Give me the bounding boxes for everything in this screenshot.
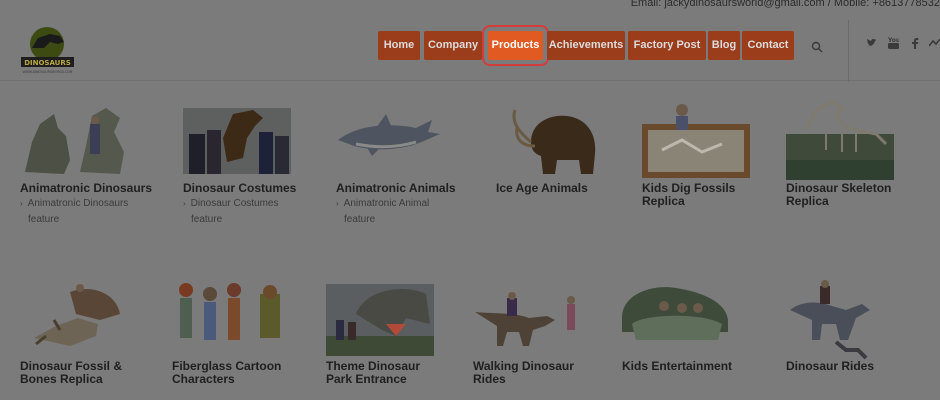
- product-subcategory[interactable]: › Animatronic Animal feature: [336, 196, 429, 228]
- product-animatronic-animals[interactable]: Animatronic Animals › Animatronic Animal …: [336, 110, 486, 232]
- product-kids-entertainment[interactable]: Kids Entertainment: [622, 284, 772, 384]
- product-fiberglass-cartoon[interactable]: Fiberglass Cartoon Characters: [172, 280, 322, 390]
- product-image[interactable]: [786, 100, 894, 185]
- product-dinosaur-fossil-bones[interactable]: Dinosaur Fossil & Bones Replica: [20, 280, 170, 390]
- svg-text:WWW.DINOSAURSWORLD.COM: WWW.DINOSAURSWORLD.COM: [23, 70, 73, 74]
- youtube-icon[interactable]: You: [887, 36, 900, 52]
- product-image[interactable]: [183, 108, 291, 179]
- product-title[interactable]: Dinosaur Fossil & Bones Replica: [20, 360, 122, 386]
- nav-products[interactable]: Products: [482, 25, 549, 66]
- nav-contact[interactable]: Contact: [742, 31, 794, 60]
- header-divider: [848, 20, 849, 82]
- product-image[interactable]: [473, 290, 585, 355]
- product-title[interactable]: Dinosaur Rides: [786, 360, 874, 373]
- chevron-right-icon: ›: [336, 199, 339, 208]
- site-logo[interactable]: DINOSAURS WWW.DINOSAURSWORLD.COM: [20, 24, 75, 79]
- product-image[interactable]: [172, 280, 284, 359]
- product-dinosaur-rides[interactable]: Dinosaur Rides: [786, 280, 936, 390]
- product-kids-dig-fossils[interactable]: Kids Dig Fossils Replica: [642, 100, 792, 210]
- email-label: Email:: [630, 0, 662, 9]
- feature-label: feature: [191, 214, 223, 225]
- product-subcategory[interactable]: › Dinosaur Costumes feature: [183, 196, 278, 228]
- nav-home[interactable]: Home: [378, 31, 420, 60]
- product-title[interactable]: Kids Dig Fossils Replica: [642, 182, 735, 208]
- product-title[interactable]: Dinosaur Skeleton Replica: [786, 182, 891, 208]
- chevron-right-icon: ›: [183, 199, 186, 208]
- svg-text:DINOSAURS: DINOSAURS: [24, 59, 71, 67]
- nav-company[interactable]: Company: [424, 31, 482, 60]
- email-link[interactable]: jackydinosaursworld@gmail.com: [664, 0, 824, 9]
- product-animatronic-dinosaurs[interactable]: Animatronic Dinosaurs › Animatronic Dinos…: [20, 102, 170, 232]
- product-title[interactable]: Dinosaur Costumes: [183, 182, 296, 195]
- feature-label: feature: [344, 214, 376, 225]
- product-dinosaur-costumes[interactable]: Dinosaur Costumes › Dinosaur Costumes fea…: [183, 108, 333, 232]
- site-header: DINOSAURS WWW.DINOSAURSWORLD.COM Home Co…: [0, 10, 940, 82]
- product-walking-dinosaur-rides[interactable]: Walking Dinosaur Rides: [473, 290, 623, 390]
- product-image[interactable]: [326, 284, 436, 361]
- nav-achievements[interactable]: Achievements: [547, 31, 625, 60]
- mobile-label: Mobile:: [833, 0, 870, 9]
- product-image[interactable]: [336, 110, 442, 175]
- mobile-number: +8613778532: [872, 0, 940, 9]
- product-dinosaur-skeleton[interactable]: Dinosaur Skeleton Replica: [786, 100, 936, 210]
- product-image[interactable]: [20, 102, 130, 185]
- product-image[interactable]: [642, 100, 752, 183]
- product-image[interactable]: [786, 280, 872, 365]
- product-image[interactable]: [501, 102, 601, 181]
- product-title[interactable]: Ice Age Animals: [496, 182, 588, 195]
- product-title[interactable]: Theme Dinosaur Park Entrance: [326, 360, 420, 386]
- product-title[interactable]: Animatronic Dinosaurs: [20, 182, 152, 195]
- product-title[interactable]: Animatronic Animals: [336, 182, 456, 195]
- product-title[interactable]: Walking Dinosaur Rides: [473, 360, 574, 386]
- twitter-icon[interactable]: [866, 38, 877, 51]
- flickr-icon[interactable]: [928, 38, 940, 52]
- product-ice-age-animals[interactable]: Ice Age Animals: [496, 102, 646, 202]
- top-contact-bar: Email: jackydinosaursworld@gmail.com / M…: [0, 0, 940, 10]
- nav-factory-post[interactable]: Factory Post: [628, 31, 706, 60]
- product-title[interactable]: Fiberglass Cartoon Characters: [172, 360, 281, 386]
- feature-label: feature: [28, 214, 60, 225]
- svg-text:You: You: [888, 37, 899, 44]
- product-image[interactable]: [622, 284, 730, 359]
- facebook-icon[interactable]: [911, 38, 919, 52]
- chevron-right-icon: ›: [20, 199, 23, 208]
- search-icon[interactable]: [811, 40, 823, 58]
- nav-blog[interactable]: Blog: [708, 31, 740, 60]
- contact-info: Email: jackydinosaursworld@gmail.com / M…: [631, 0, 940, 9]
- product-theme-park-entrance[interactable]: Theme Dinosaur Park Entrance: [326, 284, 476, 390]
- product-image[interactable]: [30, 280, 122, 361]
- product-subcategory[interactable]: › Animatronic Dinosaurs feature: [20, 196, 128, 228]
- separator: /: [827, 0, 831, 9]
- product-title[interactable]: Kids Entertainment: [622, 360, 732, 373]
